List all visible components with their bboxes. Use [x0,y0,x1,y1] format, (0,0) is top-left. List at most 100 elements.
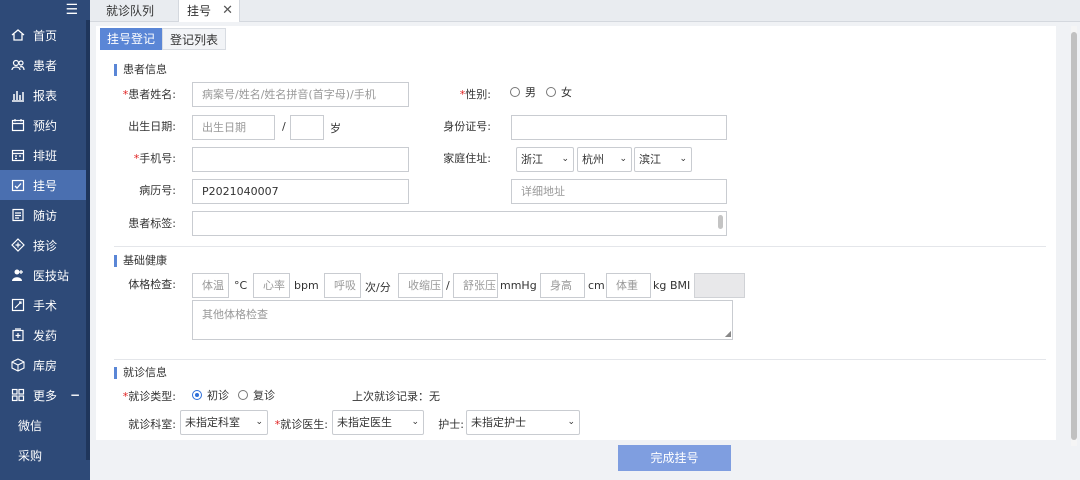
collapse-icon[interactable]: − [70,388,80,402]
bmi-label: BMI [670,279,691,292]
tab-register[interactable]: 挂号 ✕ [178,0,240,22]
exam-label: 体格检查: [128,278,176,291]
dob-label: 出生日期: [128,120,176,133]
warehouse-icon [10,357,26,373]
visit-return-radio[interactable]: 复诊 [238,387,275,403]
bar-chart-icon [10,87,26,103]
patients-icon [10,57,26,73]
sidebar-item-surgery[interactable]: 手术 [0,290,90,320]
sidebar-item-home[interactable]: 首页 [0,20,90,50]
patient-tags-input[interactable] [192,211,727,236]
tab-bar: 就诊队列 挂号 ✕ [90,0,1080,22]
chevron-down-icon: ⌄ [567,417,575,427]
sidebar-item-label: 排班 [33,148,58,163]
weight-input[interactable]: 体重 [606,273,651,298]
nurse-value: 未指定护士 [471,416,526,429]
sidebar-item-purchase[interactable]: 采购 [0,440,90,470]
home-icon [10,27,26,43]
page-scrollbar[interactable] [1071,26,1077,446]
medtech-icon [10,267,26,283]
visit-first-radio[interactable]: 初诊 [192,387,229,403]
resize-handle-icon[interactable]: ◢ [725,330,731,338]
schedule-icon [10,147,26,163]
subtab-register[interactable]: 挂号登记 [100,28,162,50]
dob-separator: / [282,120,286,133]
phone-input[interactable] [192,147,409,172]
age-input[interactable] [290,115,324,140]
calendar-icon [10,117,26,133]
register-icon [10,177,26,193]
age-unit: 岁 [330,122,341,135]
last-visit-record: 上次就诊记录：无 [352,390,440,403]
name-label: *患者姓名: [114,86,176,102]
doctor-label-text: 就诊医生: [280,418,328,431]
chevron-down-icon: ⌄ [255,417,263,427]
bp-separator: / [446,279,450,292]
sidebar-item-label: 更多 [33,388,58,403]
temperature-input[interactable]: 体温 [192,273,229,298]
surgery-icon [10,297,26,313]
sidebar-item-consult[interactable]: 接诊 [0,230,90,260]
sidebar-item-reports[interactable]: 报表 [0,80,90,110]
main-area: 就诊队列 挂号 ✕ 挂号登记 登记列表 患者信息 *患者姓名: 病案号/姓名/姓… [90,0,1080,480]
scrollbar-thumb[interactable] [1071,32,1077,440]
phone-label-text: 手机号: [139,152,176,165]
sidebar-item-wechat[interactable]: 微信 [0,410,90,440]
divider [114,359,1046,360]
phone-label: *手机号: [114,150,176,166]
gender-female-radio[interactable]: 女 [546,84,572,100]
sidebar-item-more[interactable]: 更多 − [0,380,90,410]
sidebar-item-schedule[interactable]: 排班 [0,140,90,170]
sidebar-item-warehouse[interactable]: 库房 [0,350,90,380]
height-unit: cm [588,279,605,292]
district-select[interactable]: 滨江 ⌄ [634,147,692,172]
city-select[interactable]: 杭州 ⌄ [577,147,632,172]
name-label-text: 患者姓名: [128,88,176,101]
record-number-input[interactable]: P2021040007 [192,179,409,204]
patient-name-input[interactable]: 病案号/姓名/姓名拼音(首字母)/手机 [192,82,409,107]
sidebar-item-appointments[interactable]: 预约 [0,110,90,140]
province-select[interactable]: 浙江 ⌄ [516,147,574,172]
sidebar-item-followup[interactable]: 随访 [0,200,90,230]
height-input[interactable]: 身高 [540,273,585,298]
sidebar-item-label: 患者 [33,58,58,73]
doctor-select[interactable]: 未指定医生 ⌄ [332,410,424,435]
complete-registration-button[interactable]: 完成挂号 [618,445,731,471]
doctor-value: 未指定医生 [337,416,392,429]
sidebar-item-dispense[interactable]: 发药 [0,320,90,350]
section-visit-title: 就诊信息 [114,367,167,379]
close-icon[interactable]: ✕ [222,0,233,22]
diastolic-input[interactable]: 舒张压 [453,273,498,298]
radio-circle [510,87,520,97]
breath-input[interactable]: 呼吸 [324,273,361,298]
sidebar-item-register[interactable]: 挂号 [0,170,90,200]
sidebar-item-patients[interactable]: 患者 [0,50,90,80]
breath-unit: 次/分 [365,281,391,294]
record-label: 病历号: [139,184,176,197]
chevron-down-icon: ⌄ [679,154,687,164]
hamburger-icon[interactable]: ☰ [65,2,78,18]
id-number-input[interactable] [511,115,727,140]
other-exam-textarea[interactable]: 其他体格检查 ◢ [192,300,733,340]
address-detail-input[interactable]: 详细地址 [511,179,727,204]
tab-queue[interactable]: 就诊队列 [106,0,154,22]
sidebar-item-medtech[interactable]: 医技站 [0,260,90,290]
subtab-list[interactable]: 登记列表 [162,28,226,50]
radio-circle-selected [192,390,202,400]
city-value: 杭州 [582,153,604,166]
section-patient-title: 患者信息 [114,64,167,76]
dob-input[interactable]: 出生日期 [192,115,275,140]
scrollbar-thumb[interactable] [718,215,723,229]
district-value: 滨江 [639,153,661,166]
bmi-value [694,273,745,298]
systolic-input[interactable]: 收缩压 [398,273,443,298]
gender-male-radio[interactable]: 男 [510,84,536,100]
department-select[interactable]: 未指定科室 ⌄ [180,410,268,435]
nurse-label: 护士: [438,418,464,431]
visit-type-label: *就诊类型: [114,388,176,404]
sidebar-item-label: 接诊 [33,238,58,253]
sidebar-item-label: 发药 [33,328,58,343]
heart-rate-input[interactable]: 心率 [253,273,290,298]
heart-rate-unit: bpm [294,279,319,292]
nurse-select[interactable]: 未指定护士 ⌄ [466,410,580,435]
